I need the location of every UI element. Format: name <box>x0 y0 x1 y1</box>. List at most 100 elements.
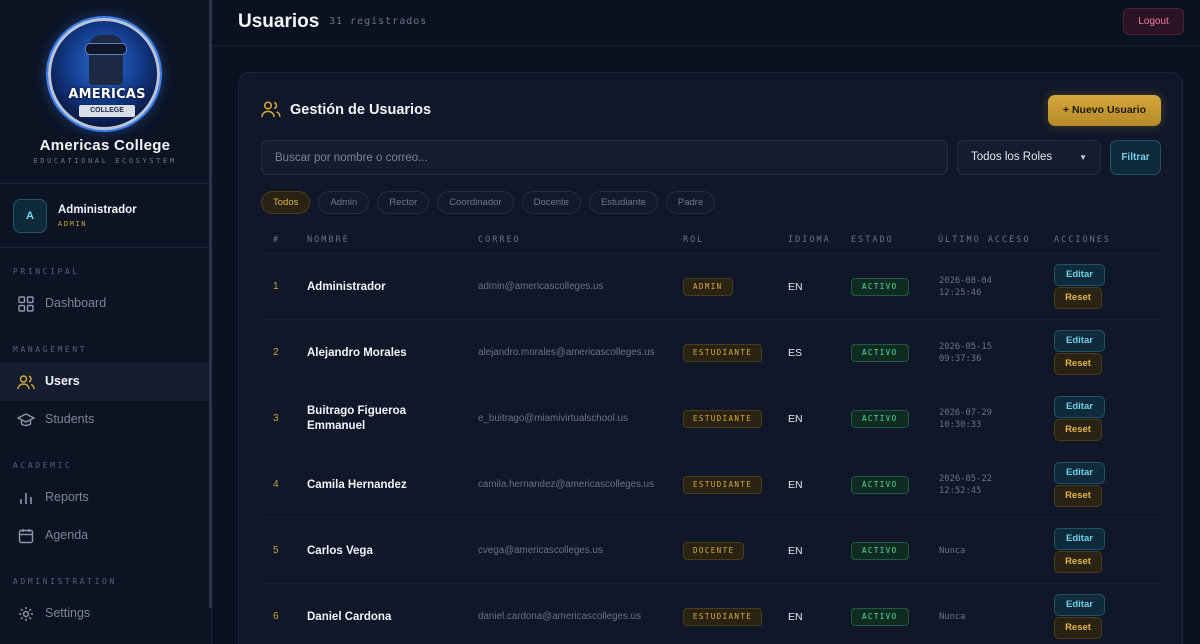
chip-estudiante[interactable]: Estudiante <box>588 191 658 214</box>
role-badge: ESTUDIANTE <box>683 344 763 362</box>
role-select[interactable]: Todos los Roles ▼ <box>957 140 1101 175</box>
user-email-cell: admin@americascolleges.us <box>478 281 604 292</box>
caret-down-icon: ▼ <box>1079 153 1087 162</box>
filter-button[interactable]: Filtrar <box>1110 140 1161 175</box>
sidebar: AMERICAS COLLEGE Americas College EDUCAT… <box>0 0 212 644</box>
reset-button[interactable]: Reset <box>1054 419 1102 441</box>
chip-todos[interactable]: Todos <box>261 191 311 214</box>
edit-button[interactable]: Editar <box>1054 594 1105 616</box>
role-filter-chips: Todos Admin Rector Coordinador Docente E… <box>261 191 716 214</box>
row-number: 1 <box>273 281 279 292</box>
role-select-value: Todos los Roles <box>971 151 1053 163</box>
sidebar-item-settings[interactable]: Settings <box>0 595 210 633</box>
table-row: 3 Buitrago Figueroa Emmanuel e_buitrago@… <box>261 386 1161 452</box>
user-email-cell: e_buitrago@miamivirtualschool.us <box>478 413 628 424</box>
sidebar-item-label: Students <box>45 412 95 426</box>
users-icon <box>17 374 35 390</box>
user-name-cell: Camila Hernandez <box>307 478 407 491</box>
edit-button[interactable]: Editar <box>1054 264 1105 286</box>
status-badge: ACTIVO <box>851 476 909 494</box>
last-access-cell: 2026-05-22 12:52:45 <box>939 474 992 496</box>
edit-button[interactable]: Editar <box>1054 396 1105 418</box>
chip-admin[interactable]: Admin <box>318 191 370 214</box>
language-cell: ES <box>788 347 803 359</box>
reset-button[interactable]: Reset <box>1054 485 1102 507</box>
sidebar-item-reports[interactable]: Reports <box>0 479 210 517</box>
brand-tagline: EDUCATIONAL ECOSYSTEM <box>33 157 177 165</box>
new-user-button[interactable]: + Nuevo Usuario <box>1048 95 1161 126</box>
chip-rector[interactable]: Rector <box>377 191 430 214</box>
status-badge: ACTIVO <box>851 542 909 560</box>
user-name-cell: Buitrago Figueroa Emmanuel <box>307 405 407 432</box>
sidebar-item-label: Users <box>45 374 80 388</box>
sidebar-item-label: Agenda <box>45 528 89 542</box>
logo-text: AMERICAS <box>68 87 146 102</box>
user-email-cell: camila.hernandez@americascolleges.us <box>478 479 655 490</box>
user-email-cell: daniel.cardona@americascolleges.us <box>478 611 641 622</box>
row-number: 2 <box>273 347 279 358</box>
user-name: Administrador <box>58 204 137 216</box>
role-badge: ESTUDIANTE <box>683 608 763 626</box>
calendar-icon <box>17 528 35 544</box>
language-cell: EN <box>788 545 803 557</box>
search-input[interactable] <box>261 140 948 175</box>
edit-button[interactable]: Editar <box>1054 330 1105 352</box>
nav-section-management: MANAGEMENT <box>13 345 88 354</box>
users-icon <box>261 100 283 120</box>
column-header-status: ESTADO <box>851 235 894 245</box>
chip-docente[interactable]: Docente <box>521 191 581 214</box>
reset-button[interactable]: Reset <box>1054 287 1102 309</box>
sidebar-item-label: Reports <box>45 490 89 504</box>
college-logo[interactable]: AMERICAS COLLEGE <box>48 18 160 130</box>
user-role: ADMIN <box>58 220 88 228</box>
logo-subtext: COLLEGE <box>79 105 135 117</box>
edit-button[interactable]: Editar <box>1054 462 1105 484</box>
row-number: 3 <box>273 413 279 424</box>
language-cell: EN <box>788 479 803 491</box>
user-name-cell: Alejandro Morales <box>307 346 407 359</box>
users-card: Gestión de Usuarios + Nuevo Usuario Todo… <box>238 72 1183 644</box>
sidebar-scrollbar[interactable] <box>209 0 212 608</box>
table-row: 5 Carlos Vega cvega@americascolleges.us … <box>261 518 1161 584</box>
logout-button[interactable]: Logout <box>1123 8 1184 35</box>
table-row: 6 Daniel Cardona daniel.cardona@americas… <box>261 584 1161 644</box>
user-email-cell: alejandro.morales@americascolleges.us <box>478 347 655 358</box>
card-title: Gestión de Usuarios <box>290 102 432 118</box>
sidebar-item-dashboard[interactable]: Dashboard <box>0 285 210 323</box>
role-badge: ESTUDIANTE <box>683 476 763 494</box>
edit-button[interactable]: Editar <box>1054 528 1105 550</box>
nav-section-administration: ADMINISTRATION <box>13 577 117 586</box>
column-header-email: CORREO <box>478 235 521 245</box>
bar-chart-icon <box>17 490 35 506</box>
brand-area: AMERICAS COLLEGE Americas College EDUCAT… <box>0 0 211 184</box>
sidebar-item-agenda[interactable]: Agenda <box>0 517 210 555</box>
column-header-name: NOMBRE <box>307 235 350 245</box>
user-email-cell: cvega@americascolleges.us <box>478 545 603 556</box>
user-name-cell: Administrador <box>307 280 386 293</box>
column-header-number: # <box>273 235 281 245</box>
chip-coordinador[interactable]: Coordinador <box>437 191 514 214</box>
reset-button[interactable]: Reset <box>1054 551 1102 573</box>
role-badge: ADMIN <box>683 278 733 296</box>
row-number: 4 <box>273 479 279 490</box>
user-name-cell: Carlos Vega <box>307 544 373 557</box>
settings-icon <box>17 606 35 622</box>
reset-button[interactable]: Reset <box>1054 353 1102 375</box>
chip-padre[interactable]: Padre <box>665 191 716 214</box>
last-access-cell: Nunca <box>939 612 966 622</box>
status-badge: ACTIVO <box>851 608 909 626</box>
grid-icon <box>17 296 35 312</box>
record-count: 31 registrados <box>329 16 428 27</box>
last-access-cell: Nunca <box>939 546 966 556</box>
page-title: Usuarios <box>238 11 320 32</box>
current-user[interactable]: A Administrador ADMIN <box>0 184 211 248</box>
vr-headset-icon <box>85 43 127 55</box>
sidebar-item-users[interactable]: Users <box>0 363 210 401</box>
language-cell: EN <box>788 611 803 623</box>
row-number: 6 <box>273 611 279 622</box>
language-cell: EN <box>788 413 803 425</box>
sidebar-item-students[interactable]: Students <box>0 401 210 439</box>
reset-button[interactable]: Reset <box>1054 617 1102 639</box>
nav-section-principal: PRINCIPAL <box>13 267 80 276</box>
avatar: A <box>13 199 47 233</box>
